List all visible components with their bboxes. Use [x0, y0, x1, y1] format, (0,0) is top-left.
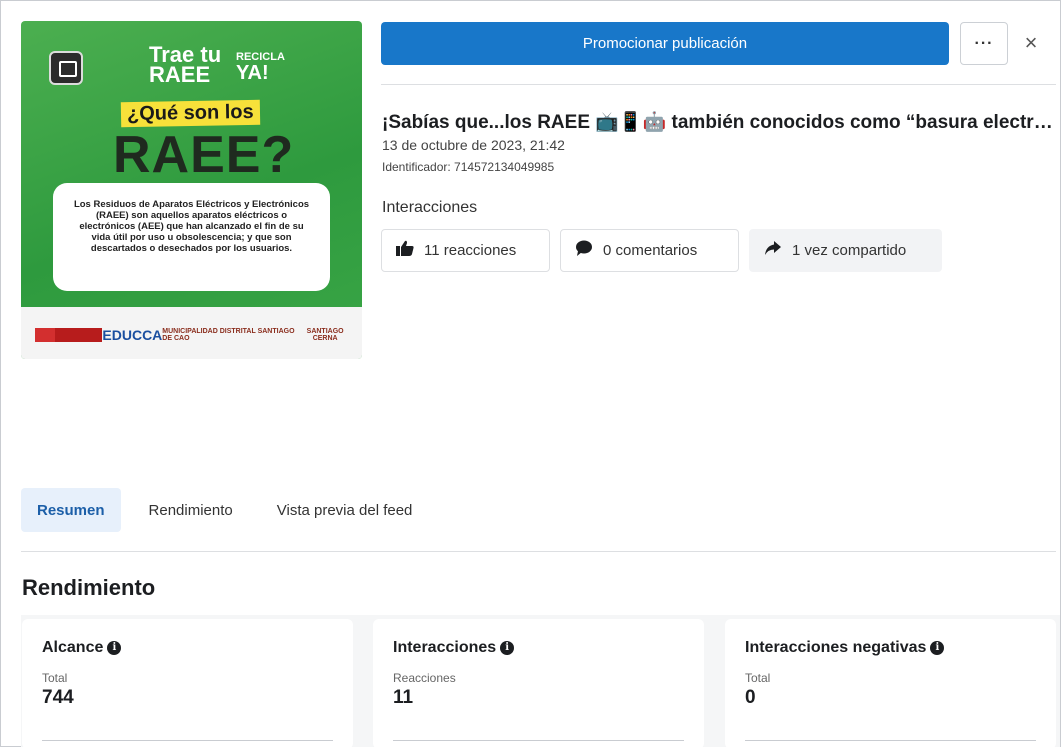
more-options-button[interactable]: ··· — [960, 22, 1008, 65]
card-divider — [42, 740, 333, 741]
comment-icon — [575, 240, 593, 261]
post-image[interactable]: Trae tu RAEE RECICLA YA! ¿Qué son los RA… — [21, 21, 362, 359]
image-type-icon — [49, 51, 83, 85]
interactions-label: Interacciones — [382, 199, 478, 216]
card-divider — [393, 740, 684, 741]
post-title: ¡Sabías que...los RAEE 📺📱🤖 también conoc… — [382, 112, 1054, 133]
santiago-cerna-logo: SANTIAGO CERNA — [306, 328, 344, 342]
metric-card-alcance: Alcance i Total 744 — [22, 619, 353, 747]
metric-card-interacciones: Interacciones i Reacciones 11 — [373, 619, 704, 747]
section-title: Rendimiento — [22, 575, 156, 600]
header-divider — [381, 84, 1056, 85]
post-identifier: Identificador: 714572134049985 — [382, 160, 555, 174]
promote-post-button[interactable]: Promocionar publicación — [381, 22, 949, 65]
tab-resumen[interactable]: Resumen — [21, 488, 121, 532]
metric-card-interacciones-negativas: Interacciones negativas i Total 0 — [725, 619, 1056, 747]
tabs-divider — [21, 551, 1056, 552]
campaign-line2: RAEE — [149, 62, 211, 87]
shares-count: 1 vez compartido — [792, 242, 907, 259]
metric-value: 744 — [42, 687, 74, 708]
reactions-count: 11 reacciones — [424, 242, 517, 259]
card-divider — [745, 740, 1036, 741]
image-headline: RAEE? — [113, 126, 295, 184]
municipality-logo: MUNICIPALIDAD DISTRITAL SANTIAGO DE CAO — [162, 328, 295, 342]
recicla-ya-logo: RECICLA YA! — [236, 51, 285, 83]
post-date: 13 de octubre de 2023, 21:42 — [382, 137, 565, 153]
sponsor-logos: EDUCCA MUNICIPALIDAD DISTRITAL SANTIAGO … — [35, 319, 352, 351]
insights-tabs: Resumen Rendimiento Vista previa del fee… — [21, 488, 440, 532]
info-icon[interactable]: i — [930, 641, 945, 655]
campaign-title: Trae tu RAEE — [149, 44, 221, 87]
tab-rendimiento[interactable]: Rendimiento — [133, 488, 249, 532]
share-arrow-icon — [764, 240, 782, 261]
metric-title-text: Alcance — [42, 639, 104, 656]
metric-title-text: Interacciones negativas — [745, 639, 927, 656]
thumbs-up-icon — [396, 240, 414, 261]
question-banner: ¿Qué son los — [120, 99, 260, 128]
comments-chip[interactable]: 0 comentarios — [560, 229, 739, 272]
metric-title: Alcance i — [42, 639, 333, 657]
close-icon[interactable]: × — [1018, 30, 1044, 56]
metric-value: 11 — [393, 687, 414, 708]
tab-vista-previa[interactable]: Vista previa del feed — [261, 488, 429, 532]
metric-title-text: Interacciones — [393, 639, 497, 656]
info-icon[interactable]: i — [500, 641, 515, 655]
metric-sublabel: Reacciones — [393, 671, 456, 685]
image-description: Los Residuos de Aparatos Eléctricos y El… — [53, 183, 330, 291]
metric-sublabel: Total — [745, 671, 771, 685]
educca-logo: EDUCCA — [102, 327, 163, 343]
metric-title: Interacciones i — [393, 639, 684, 657]
peru-ministry-logo — [35, 328, 103, 342]
info-icon[interactable]: i — [107, 641, 122, 655]
metric-sublabel: Total — [42, 671, 68, 685]
shares-chip[interactable]: 1 vez compartido — [749, 229, 942, 272]
metric-value: 0 — [745, 687, 756, 708]
recicla-big: YA! — [236, 62, 269, 84]
metric-title: Interacciones negativas i — [745, 639, 1036, 657]
comments-count: 0 comentarios — [603, 242, 698, 259]
reactions-chip[interactable]: 11 reacciones — [381, 229, 550, 272]
